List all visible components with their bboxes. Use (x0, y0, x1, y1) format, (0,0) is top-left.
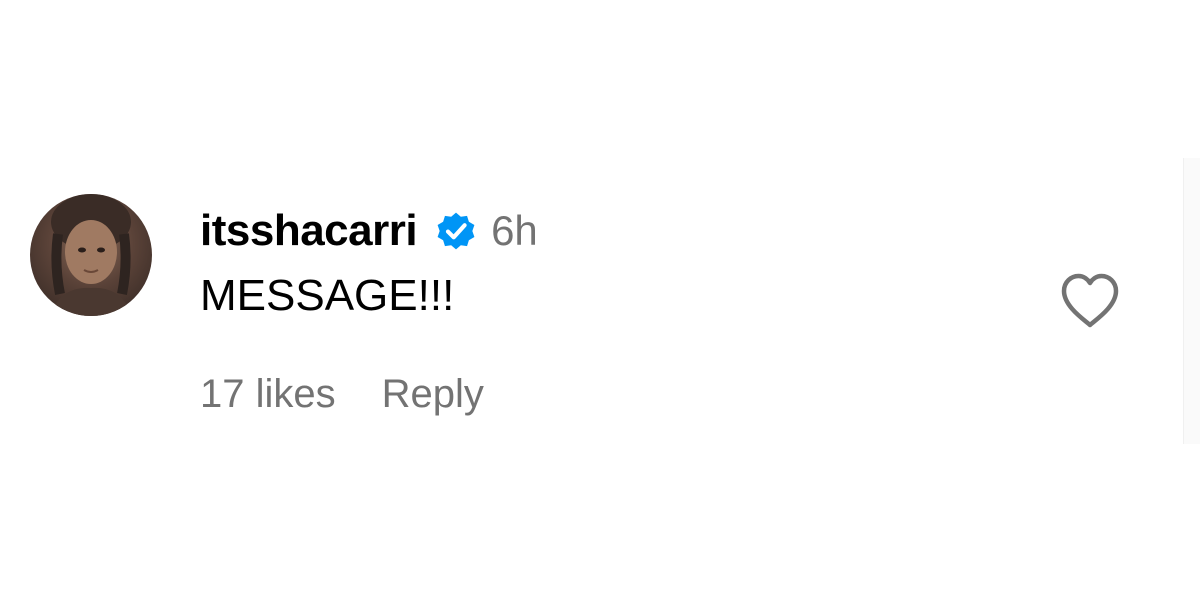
reply-button[interactable]: Reply (382, 372, 484, 417)
comment-actions: 17 likes Reply (200, 372, 484, 417)
comment: itsshacarri 6h MESSAGE!!! 17 likes Reply (0, 0, 1200, 600)
heart-icon[interactable] (1058, 272, 1122, 330)
username-link[interactable]: itsshacarri (200, 206, 418, 256)
likes-count-button[interactable]: 17 likes (200, 372, 336, 417)
comment-header: itsshacarri 6h (200, 198, 538, 264)
verified-badge-icon (433, 208, 479, 254)
avatar[interactable] (30, 194, 152, 316)
comment-body: itsshacarri 6h MESSAGE!!! (200, 198, 538, 324)
scrollbar-track[interactable] (1183, 158, 1200, 444)
comment-timestamp[interactable]: 6h (491, 207, 538, 255)
comment-text: MESSAGE!!! (200, 271, 455, 320)
avatar-photo (50, 194, 132, 316)
